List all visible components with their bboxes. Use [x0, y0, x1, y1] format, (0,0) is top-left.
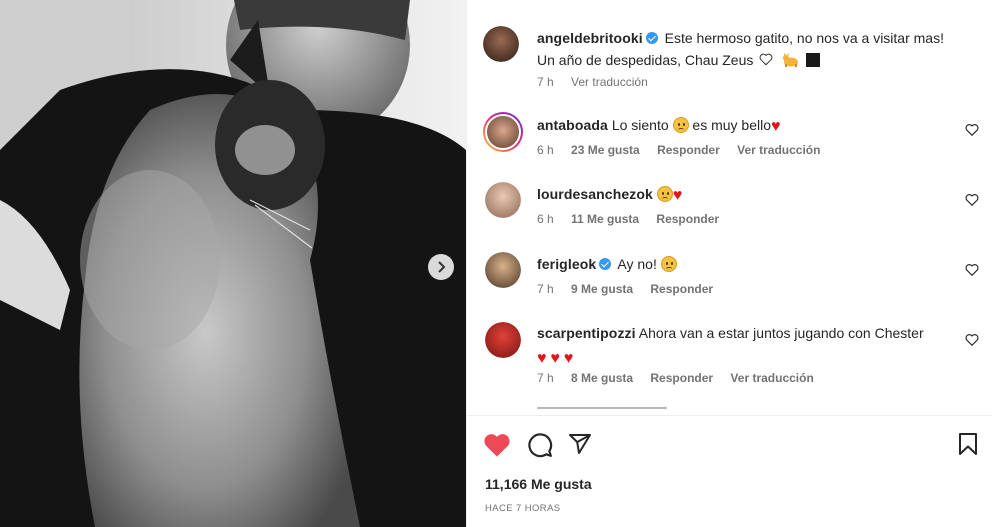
comment-text: Ay no! [617, 256, 657, 272]
comment-text: Lo siento [611, 117, 669, 133]
comment-username[interactable]: lourdesanchezok [537, 186, 653, 202]
comment-meta: 7 h 9 Me gusta Responder [537, 282, 727, 296]
comment-time: 7 h [537, 371, 554, 385]
comment-lourdesanchezok: lourdesanchezok ♥ [537, 183, 952, 205]
sad-face-emoji-icon [660, 256, 677, 272]
caption-line-2: Un año de despedidas, Chau Zeus [537, 52, 754, 68]
comment-meta: 6 h 23 Me gusta Responder Ver traducción [537, 143, 834, 157]
comment-translate-link[interactable]: Ver traducción [737, 143, 820, 157]
comment-likes[interactable]: 8 Me gusta [571, 371, 633, 385]
comment-translate-link[interactable]: Ver traducción [730, 371, 813, 385]
comment-reply-button[interactable]: Responder [650, 371, 713, 385]
black-square-emoji-icon [806, 53, 821, 67]
comment-reply-button[interactable]: Responder [657, 143, 720, 157]
comment-like-heart-icon[interactable] [965, 193, 979, 207]
red-heart-emoji-icon: ♥ [537, 350, 547, 367]
comment-avatar-antaboada[interactable] [483, 112, 523, 152]
caption-meta: 7 h Ver traducción [537, 75, 662, 89]
chevron-right-icon [438, 261, 446, 273]
share-icon[interactable] [568, 432, 592, 456]
red-heart-emoji-icon: ♥ [672, 187, 683, 204]
comment-time: 7 h [537, 282, 554, 296]
author-username[interactable]: angeldebritooki [537, 30, 643, 46]
comment-text-after: es muy bello [692, 117, 772, 133]
red-heart-emoji-icon: ♥ [771, 118, 781, 135]
likes-count[interactable]: 11,166 Me gusta [485, 476, 592, 492]
caption-line-1: Este hermoso gatito, no nos va a visitar… [664, 30, 944, 46]
comment-meta: 7 h 8 Me gusta Responder Ver traducción [537, 371, 828, 385]
comment-time: 6 h [537, 143, 554, 157]
comment-avatar-ferigleok[interactable] [485, 252, 521, 288]
verified-badge-icon [645, 32, 658, 44]
caption-translate-link[interactable]: Ver traducción [571, 75, 648, 89]
cut-off-comment [537, 405, 687, 413]
comment-scarpentipozzi: scarpentipozzi Ahora van a estar juntos … [537, 322, 952, 368]
caption-time: 7 h [537, 75, 554, 89]
author-avatar[interactable] [483, 26, 519, 62]
comment-text: Ahora van a estar juntos jugando con Che… [638, 325, 924, 341]
post-photo[interactable] [0, 0, 466, 527]
comment-antaboada: antaboada Lo siento es muy bello♥ [537, 114, 952, 136]
caption: angeldebritooki Este hermoso gatito, no … [537, 27, 952, 71]
comment-like-heart-icon[interactable] [965, 263, 979, 277]
comment-like-heart-icon[interactable] [965, 123, 979, 137]
comment-likes[interactable]: 23 Me gusta [571, 143, 640, 157]
verified-badge-icon [599, 258, 612, 270]
next-photo-button[interactable] [428, 254, 454, 280]
sad-face-emoji-icon [656, 186, 673, 202]
red-heart-emoji-icon: ♥ [563, 350, 574, 367]
comment-avatar-scarpentipozzi[interactable] [485, 322, 521, 358]
comment-reply-button[interactable]: Responder [650, 282, 713, 296]
white-heart-emoji-icon [759, 53, 773, 66]
photo-image [0, 0, 466, 527]
comment-like-heart-icon[interactable] [965, 333, 979, 347]
bookmark-icon[interactable] [957, 432, 979, 456]
post-time-ago: HACE 7 HORAS [485, 503, 561, 514]
comment-reply-button[interactable]: Responder [656, 212, 719, 226]
comment-username[interactable]: scarpentipozzi [537, 325, 636, 341]
comment-meta: 6 h 11 Me gusta Responder [537, 212, 733, 226]
comment-time: 6 h [537, 212, 554, 226]
comment-likes[interactable]: 11 Me gusta [571, 212, 639, 226]
divider [467, 415, 992, 416]
comment-username[interactable]: antaboada [537, 117, 608, 133]
comment-avatar-lourdesanchezok[interactable] [485, 182, 521, 218]
heart-icon[interactable] [483, 432, 511, 458]
comment-icon[interactable] [527, 432, 553, 458]
post-side-panel: angeldebritooki Este hermoso gatito, no … [466, 0, 992, 527]
sad-face-emoji-icon [672, 117, 689, 133]
comment-ferigleok: ferigleok Ay no! [537, 253, 952, 275]
red-heart-emoji-icon: ♥ [550, 350, 560, 367]
comment-username[interactable]: ferigleok [537, 256, 596, 272]
comment-likes[interactable]: 9 Me gusta [571, 282, 633, 296]
cat-emoji-icon [783, 53, 799, 67]
